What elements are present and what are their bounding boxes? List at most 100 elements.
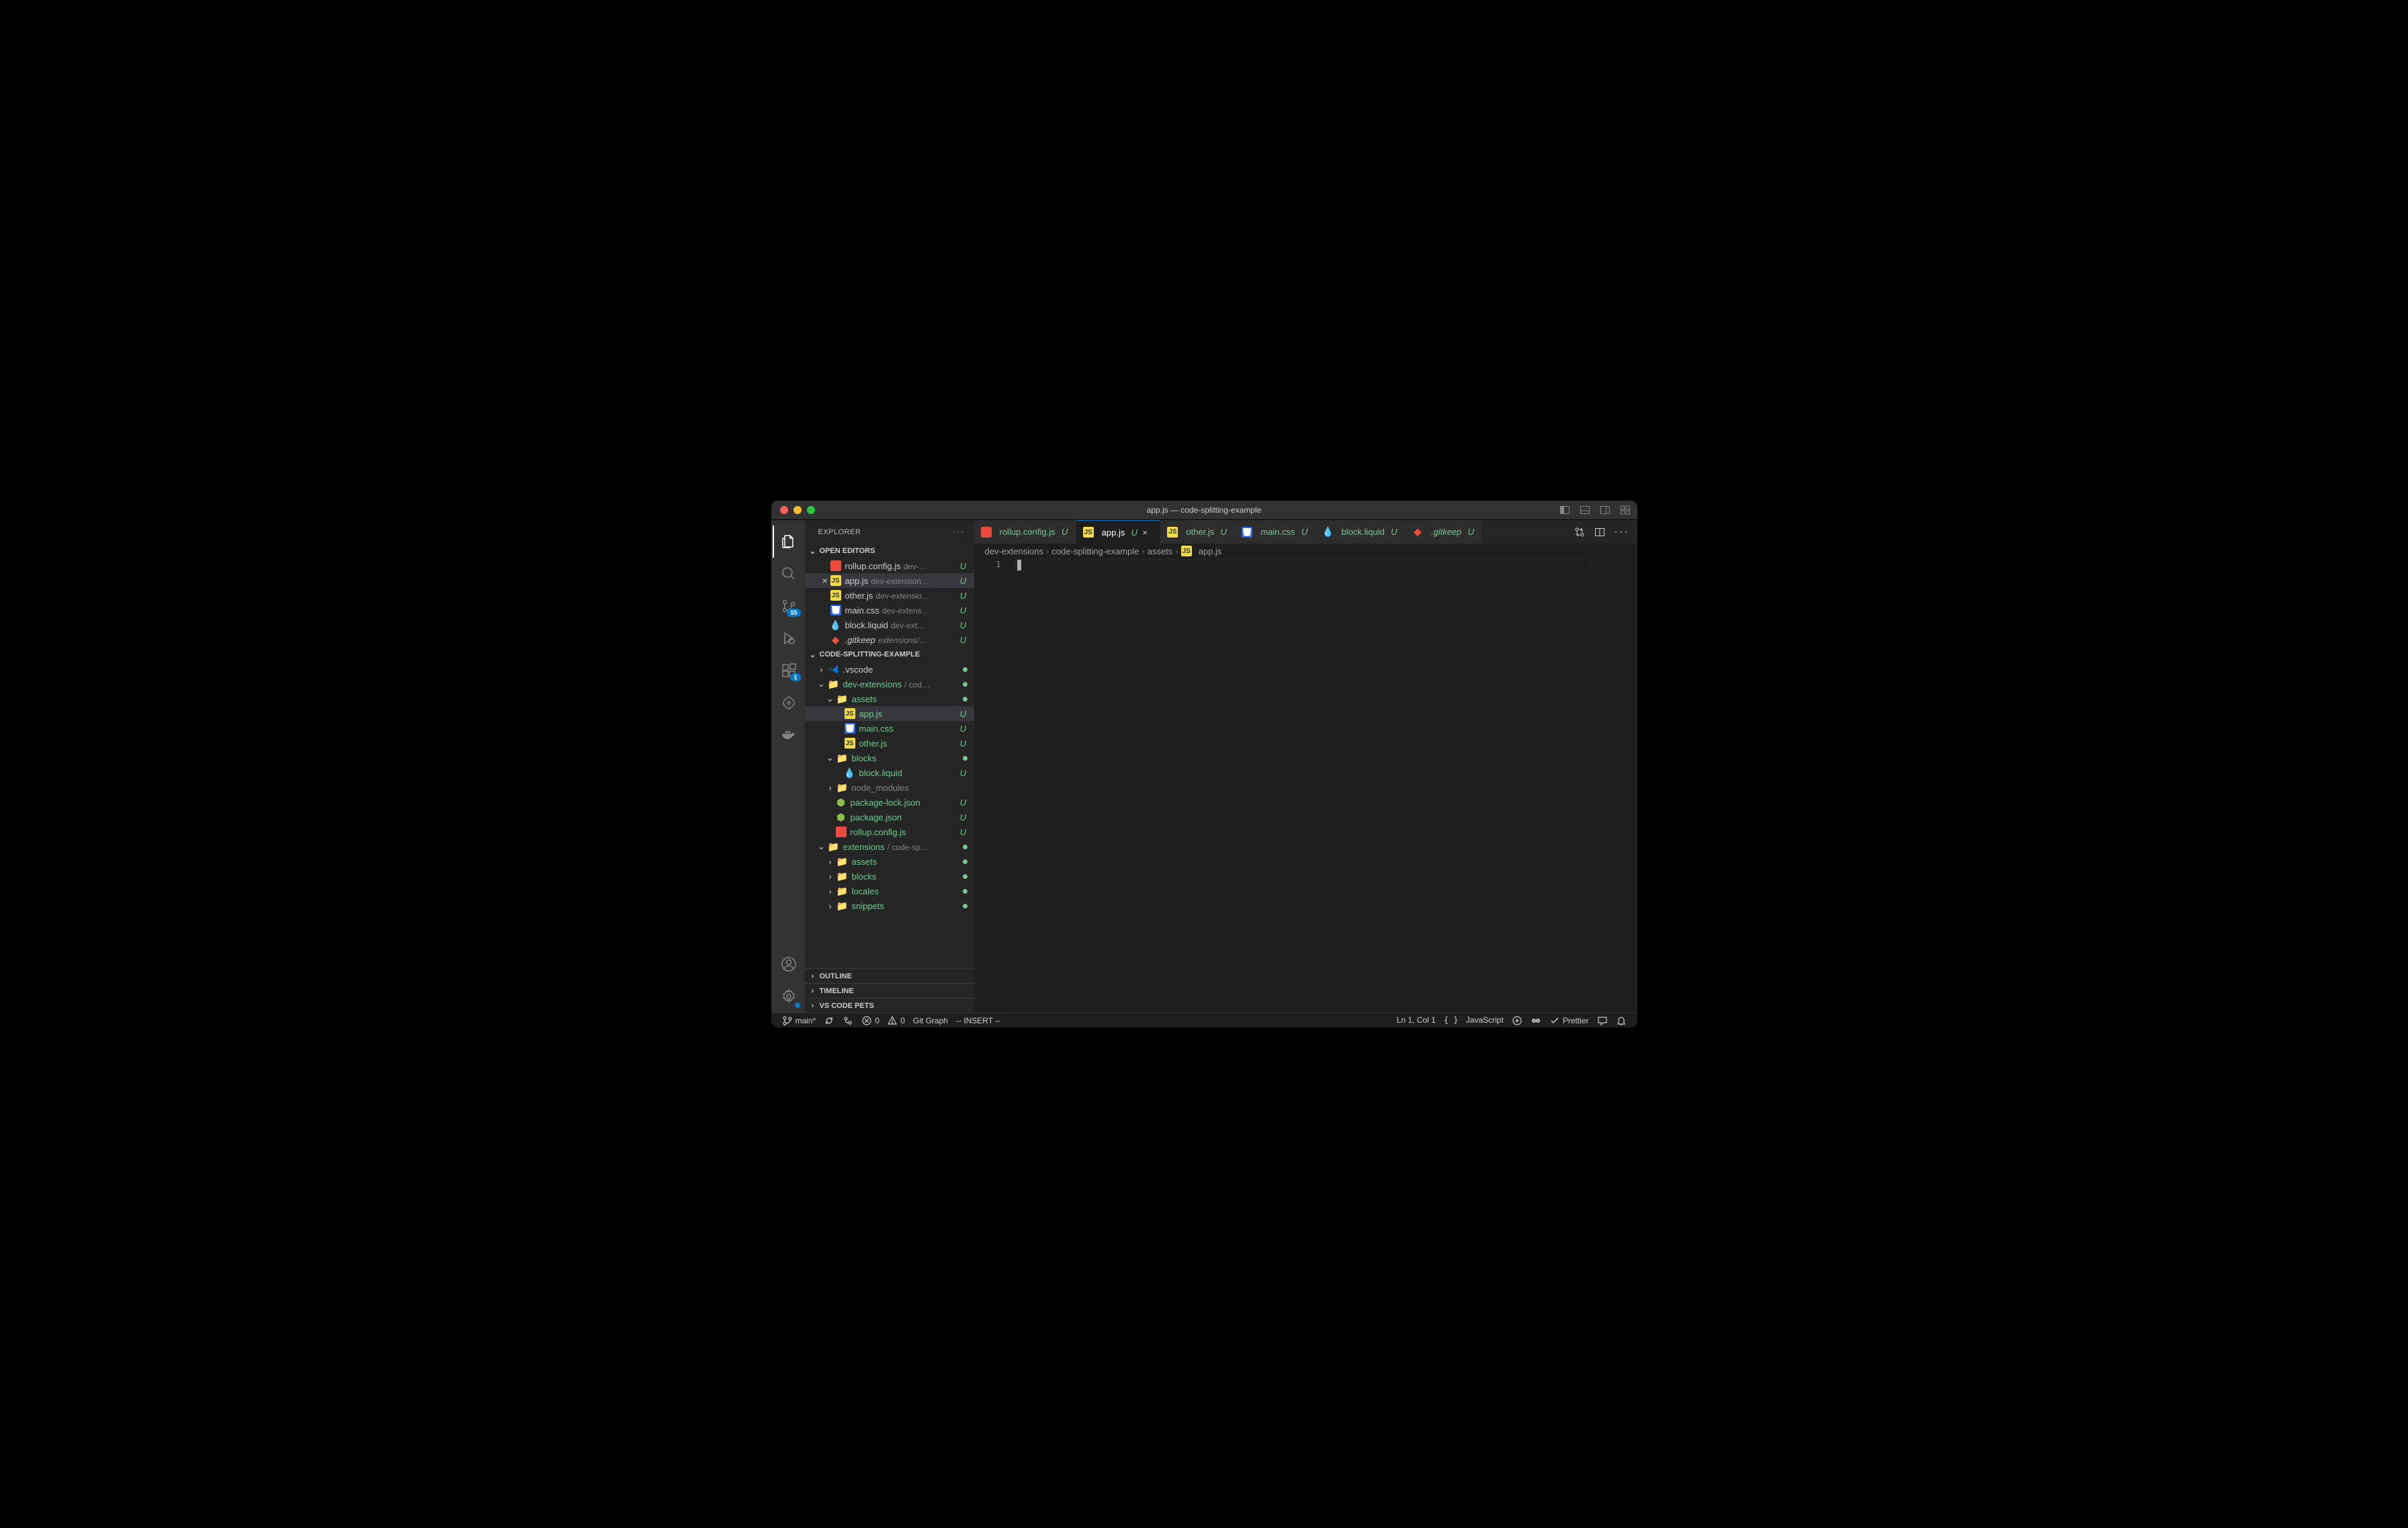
breadcrumb[interactable]: dev-extensions›code-splitting-example›as…: [974, 544, 1637, 558]
toggle-panel-icon[interactable]: [1580, 505, 1590, 515]
language-mode[interactable]: { } JavaScript: [1440, 1015, 1508, 1025]
tree-item[interactable]: rollup.config.jsU: [805, 824, 974, 839]
tree-item[interactable]: ⌄📁assets: [805, 691, 974, 706]
sidebar-more-icon[interactable]: ···: [953, 528, 965, 536]
git-modified-dot: [963, 904, 968, 908]
tree-item[interactable]: ⌄📁dev-extensions/ cod…: [805, 677, 974, 691]
timeline-section[interactable]: ›TIMELINE: [805, 983, 974, 998]
file-tree: ›.vscode⌄📁dev-extensions/ cod…⌄📁assetsJS…: [805, 662, 974, 968]
chevron-right-icon: ›: [808, 971, 818, 982]
minimize-window[interactable]: [793, 506, 802, 514]
editor-tab[interactable]: main.cssU: [1235, 520, 1316, 544]
file-name: assets: [852, 694, 963, 704]
outline-section[interactable]: ›OUTLINE: [805, 968, 974, 983]
tab-bar: rollup.config.jsUJSapp.jsU×JSother.jsUma…: [974, 520, 1637, 544]
editor-tab[interactable]: ◆.gitkeepU: [1406, 520, 1483, 544]
editor[interactable]: 1: [974, 558, 1637, 1013]
folder-icon: 📁: [837, 856, 848, 867]
search-icon[interactable]: [773, 558, 805, 590]
open-editor-item[interactable]: ×JSapp.jsdev-extension…U: [805, 573, 974, 588]
git-modified-dot: [963, 667, 968, 672]
pets-section[interactable]: ›VS CODE PETS: [805, 998, 974, 1013]
tree-item[interactable]: ⬢package-lock.jsonU: [805, 795, 974, 810]
explorer-icon[interactable]: [773, 525, 805, 558]
maximize-window[interactable]: [807, 506, 815, 514]
sidebar: EXPLORER ··· ⌄ OPEN EDITORS ×rollup.conf…: [805, 520, 974, 1013]
feedback-icon[interactable]: [1593, 1015, 1612, 1026]
editor-group: rollup.config.jsUJSapp.jsU×JSother.jsUma…: [974, 520, 1637, 1013]
branch-indicator[interactable]: main*: [778, 1013, 820, 1027]
folder-icon: 📁: [828, 841, 839, 852]
editor-tab[interactable]: JSother.jsU: [1160, 520, 1235, 544]
liquid-icon: 💧: [830, 620, 841, 630]
tree-item[interactable]: main.cssU: [805, 721, 974, 736]
gitlens-icon[interactable]: [773, 687, 805, 719]
toggle-primary-sidebar-icon[interactable]: [1559, 505, 1570, 515]
cursor-position[interactable]: Ln 1, Col 1: [1393, 1015, 1440, 1025]
file-name: package-lock.json: [851, 798, 959, 808]
vscode-folder-icon: [828, 664, 839, 675]
open-editor-item[interactable]: ×main.cssdev-extens…U: [805, 603, 974, 618]
customize-layout-icon[interactable]: [1620, 505, 1631, 515]
run-debug-icon[interactable]: [773, 622, 805, 654]
close-window[interactable]: [780, 506, 788, 514]
tree-item[interactable]: ›📁assets: [805, 854, 974, 869]
tree-item[interactable]: ⌄📁extensions/ code-sp…: [805, 839, 974, 854]
chevron-icon: ⌄: [816, 679, 827, 689]
extensions-icon[interactable]: 1: [773, 654, 805, 687]
git-status: U: [959, 576, 968, 586]
tree-item[interactable]: ›.vscode: [805, 662, 974, 677]
editor-tab[interactable]: JSapp.jsU×: [1076, 520, 1161, 544]
breadcrumb-item[interactable]: assets: [1148, 546, 1173, 556]
rollup-icon: [830, 560, 841, 571]
tree-item[interactable]: 💧block.liquidU: [805, 765, 974, 780]
tree-item[interactable]: JSother.jsU: [805, 736, 974, 751]
tree-item[interactable]: ›📁node_modules: [805, 780, 974, 795]
editor-tab[interactable]: 💧block.liquidU: [1316, 520, 1406, 544]
git-graph-button[interactable]: Git Graph: [909, 1013, 952, 1027]
breadcrumb-item[interactable]: code-splitting-example: [1051, 546, 1139, 556]
ext-badge: 1: [790, 673, 800, 681]
file-name: package.json: [851, 812, 959, 822]
close-tab-icon[interactable]: ×: [1142, 527, 1153, 538]
tab-more-icon[interactable]: ···: [1615, 526, 1629, 538]
gitlens-status-icon[interactable]: [838, 1013, 857, 1027]
open-editors-section[interactable]: ⌄ OPEN EDITORS: [805, 544, 974, 558]
open-editor-item[interactable]: ×💧block.liquiddev-ext…U: [805, 618, 974, 632]
prettier-indicator[interactable]: Prettier: [1545, 1015, 1593, 1026]
source-control-icon[interactable]: 55: [773, 590, 805, 622]
tree-item[interactable]: ⌄📁blocks: [805, 751, 974, 765]
git-status: U: [959, 738, 968, 749]
js-icon: JS: [1083, 527, 1094, 538]
tree-item[interactable]: JSapp.jsU: [805, 706, 974, 721]
toggle-secondary-sidebar-icon[interactable]: [1600, 505, 1610, 515]
sync-icon[interactable]: [820, 1013, 838, 1027]
liquid-icon: 💧: [845, 767, 855, 778]
breadcrumb-item[interactable]: dev-extensions: [985, 546, 1043, 556]
problems-indicator[interactable]: 0 0: [857, 1013, 909, 1027]
editor-tab[interactable]: rollup.config.jsU: [974, 520, 1076, 544]
tree-item[interactable]: ›📁blocks: [805, 869, 974, 884]
open-editor-item[interactable]: ×◆.gitkeepextensions/…U: [805, 632, 974, 647]
breadcrumb-item[interactable]: app.js: [1199, 546, 1222, 556]
open-editor-item[interactable]: ×rollup.config.jsdev-…U: [805, 558, 974, 573]
compare-changes-icon[interactable]: [1574, 527, 1585, 538]
live-share-icon[interactable]: [1508, 1015, 1526, 1026]
settings-icon[interactable]: [773, 980, 805, 1013]
notifications-icon[interactable]: [1612, 1015, 1631, 1026]
close-icon[interactable]: ×: [820, 575, 830, 586]
tree-item[interactable]: ›📁snippets: [805, 898, 974, 913]
open-editors-list: ×rollup.config.jsdev-…U×JSapp.jsdev-exte…: [805, 558, 974, 647]
tab-label: main.css: [1260, 527, 1295, 537]
open-editor-item[interactable]: ×JSother.jsdev-extensio…U: [805, 588, 974, 603]
workspace-section[interactable]: ⌄ CODE-SPLITTING-EXAMPLE: [805, 647, 974, 662]
tree-item[interactable]: ⬢package.jsonU: [805, 810, 974, 824]
copilot-icon[interactable]: [1526, 1015, 1545, 1026]
accounts-icon[interactable]: [773, 948, 805, 980]
git-status: U: [1061, 527, 1069, 537]
tree-item[interactable]: ›📁locales: [805, 884, 974, 898]
chevron-icon: ›: [825, 782, 836, 793]
titlebar: app.js — code-splitting-example: [771, 501, 1637, 520]
split-editor-icon[interactable]: [1594, 527, 1605, 538]
docker-icon[interactable]: [773, 719, 805, 751]
